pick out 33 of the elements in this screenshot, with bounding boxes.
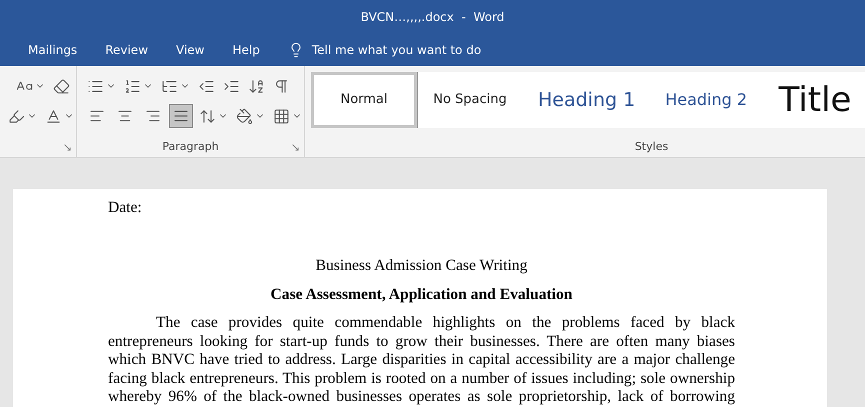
ribbon-tab[interactable]: Help [232,40,260,58]
style-item[interactable]: Heading 2 [650,72,762,128]
group-label: Paragraph [161,138,220,154]
window-title: BVCN…,,,,.docx - Word [360,8,504,26]
line-spacing-icon [199,108,216,124]
align-icon [117,108,133,124]
align-icon [145,108,161,124]
highlight-icon [8,108,25,124]
align-button[interactable] [169,104,193,128]
align-icon [173,108,189,124]
document-title: Business Admission Case Writing [314,256,528,275]
shading-icon [236,108,253,124]
style-item[interactable]: Normal [311,72,417,128]
ribbon-tab[interactable]: Mailings [28,40,78,58]
style-item[interactable]: Heading 1 [523,72,650,128]
style-item[interactable]: Title [762,72,865,128]
dialog-launcher-icon[interactable] [291,143,300,152]
style-item[interactable]: No Spacing [417,72,523,128]
sort-icon [248,78,265,94]
ribbon-tab[interactable]: Review [105,40,148,58]
body-paragraph: The case provides quite commendable highlights on the problems faced by black entrepreneurs looking for start-up funds to grow their businesses. There are often many biases which BNVC have tried to address. Large disparities in capital accessibility are a major challenge facing black entrepreneurs. This problem is rooted on a number of issues including; sole ownership whereby 96% of the black-owned businesses operates as sole proprietorship, lack of borrowing [108,314,735,407]
clear-formatting-icon [53,78,70,94]
group-label: Styles [634,138,670,154]
borders-icon [273,108,290,124]
document-heading: Case Assessment, Application and Evaluation [270,285,574,304]
dialog-launcher-icon[interactable] [63,143,72,152]
font-color-icon [45,108,62,124]
ribbon-tab[interactable]: View [176,40,204,58]
tell-me-field[interactable]: Tell me what you want to do [312,40,482,58]
date-label: Date: [108,198,143,217]
numbering-icon [124,78,141,94]
align-icon [89,108,105,124]
show-marks-icon [273,78,290,94]
